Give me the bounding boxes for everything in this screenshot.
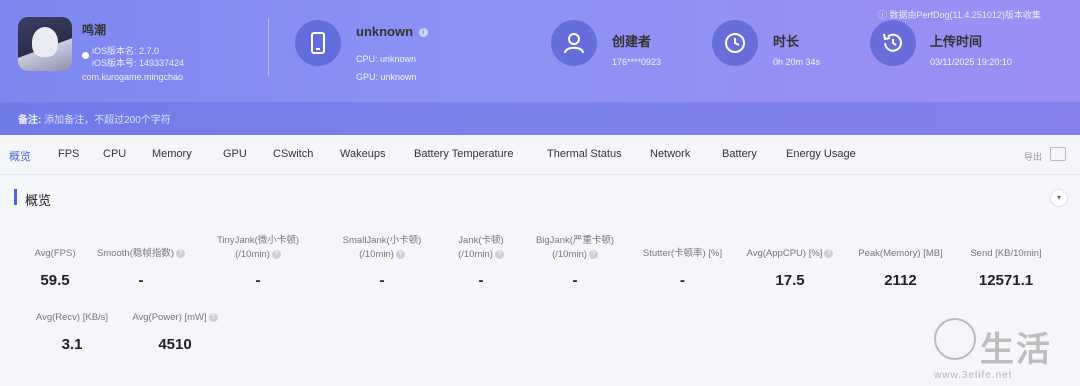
metric-label: Smooth(稳帧指数)? <box>90 247 192 261</box>
phone-icon <box>311 32 325 54</box>
metric-value: - <box>379 272 385 289</box>
device-name: unknown i <box>356 24 428 39</box>
metric-label: Avg(Recv) [KB/s] <box>35 312 109 323</box>
duration-value: 0h 20m 34s <box>773 57 821 67</box>
tab-battery-temperature[interactable]: Battery Temperature <box>414 148 513 160</box>
header-divider <box>268 18 269 76</box>
apple-icon <box>82 52 89 59</box>
note-placeholder: 添加备注，不超过200个字符 <box>44 115 171 126</box>
tab-energy-usage[interactable]: Energy Usage <box>786 148 856 160</box>
note-field[interactable]: 备注: 添加备注，不超过200个字符 <box>18 111 171 126</box>
device-gpu: GPU: unknown <box>356 72 417 82</box>
note-label: 备注: <box>18 115 42 126</box>
duration-icon-circle <box>712 20 758 66</box>
upload-icon-circle <box>870 20 916 66</box>
help-icon[interactable]: ? <box>588 249 598 259</box>
metric-label: BigJank(严重卡顿) (/10min)? <box>535 235 615 260</box>
help-icon[interactable]: ? <box>494 249 504 259</box>
metric-label: Send [KB/10min] <box>970 248 1042 259</box>
tab-cswitch[interactable]: CSwitch <box>273 148 313 160</box>
creator-icon-circle <box>551 20 597 66</box>
metric-label: TinyJank(微小卡顿) (/10min)? <box>217 235 299 260</box>
section-accent-bar <box>14 189 17 205</box>
tab-thermal-status[interactable]: Thermal Status <box>547 148 622 160</box>
clock-icon <box>725 33 745 53</box>
watermark-text: 生活 <box>980 331 1052 369</box>
tab-fps[interactable]: FPS <box>58 148 79 160</box>
help-icon[interactable]: ? <box>176 248 186 258</box>
tab-battery[interactable]: Battery <box>722 148 757 160</box>
history-icon <box>883 33 902 52</box>
upload-value: 03/11/2025 19:20:10 <box>930 57 1012 67</box>
tab-gpu[interactable]: GPU <box>223 148 247 160</box>
tab-cpu[interactable]: CPU <box>103 148 126 160</box>
metric-value: - <box>478 272 484 289</box>
watermark-url: www.3elife.net <box>934 370 1013 381</box>
tab-overview[interactable]: 概览 <box>9 148 31 164</box>
help-icon[interactable]: ? <box>208 312 218 322</box>
metric-value: 4510 <box>158 336 192 353</box>
collector-version-text: 数据由PerfDog(11.4.251012)版本收集 <box>889 10 1041 20</box>
app-bundle-id: com.kurogame.mingchao <box>82 72 184 82</box>
device-cpu: CPU: unknown <box>356 54 417 64</box>
help-icon[interactable]: ? <box>824 248 834 258</box>
metric-value: - <box>138 272 144 289</box>
collapse-button[interactable]: ▾ <box>1050 189 1068 207</box>
metric-value: 59.5 <box>40 272 70 289</box>
metric-value: 17.5 <box>775 272 805 289</box>
device-info-icon[interactable]: i <box>418 28 428 38</box>
metric-value: - <box>680 272 685 289</box>
user-icon <box>564 33 584 54</box>
help-icon[interactable]: ? <box>395 249 405 259</box>
tab-memory[interactable]: Memory <box>152 148 192 160</box>
device-icon-circle <box>295 20 341 66</box>
metric-label: Stutter(卡顿率) [%] <box>642 248 723 259</box>
metric-label: Avg(Power) [mW]? <box>120 311 230 325</box>
metric-value: 2112 <box>884 272 917 289</box>
export-button[interactable]: 导出 <box>1024 150 1042 163</box>
help-icon[interactable]: ? <box>271 249 281 259</box>
metric-value: - <box>255 272 261 289</box>
section-title: 概览 <box>25 193 52 208</box>
creator-value: 176****0923 <box>612 57 662 67</box>
watermark-logo-icon <box>934 318 976 360</box>
metric-label: Peak(Memory) [MB] <box>858 248 943 259</box>
metric-label: Avg(FPS) <box>34 248 76 259</box>
metric-label: Jank(卡顿) (/10min)? <box>458 235 504 260</box>
app-name: 鸣潮 <box>82 23 107 37</box>
tab-wakeups[interactable]: Wakeups <box>340 148 385 160</box>
upload-title: 上传时间 <box>930 34 983 49</box>
duration-title: 时长 <box>773 34 800 49</box>
metric-label: SmallJank(小卡顿) (/10min)? <box>342 235 422 260</box>
app-version-code: iOS版本号: 149337424 <box>92 58 185 68</box>
metric-value: 12571.1 <box>978 272 1034 289</box>
metric-value: - <box>572 272 578 289</box>
watermark: 生活 www.3elife.net <box>934 318 1080 386</box>
export-icon[interactable] <box>1050 147 1066 161</box>
creator-title: 创建者 <box>612 34 652 49</box>
collector-version-tip: ⓘ 数据由PerfDog(11.4.251012)版本收集 <box>878 10 1041 20</box>
metric-label: Avg(AppCPU) [%]? <box>735 247 845 261</box>
app-icon <box>18 17 72 71</box>
metric-value: 3.1 <box>61 336 83 353</box>
tab-network[interactable]: Network <box>650 148 690 160</box>
